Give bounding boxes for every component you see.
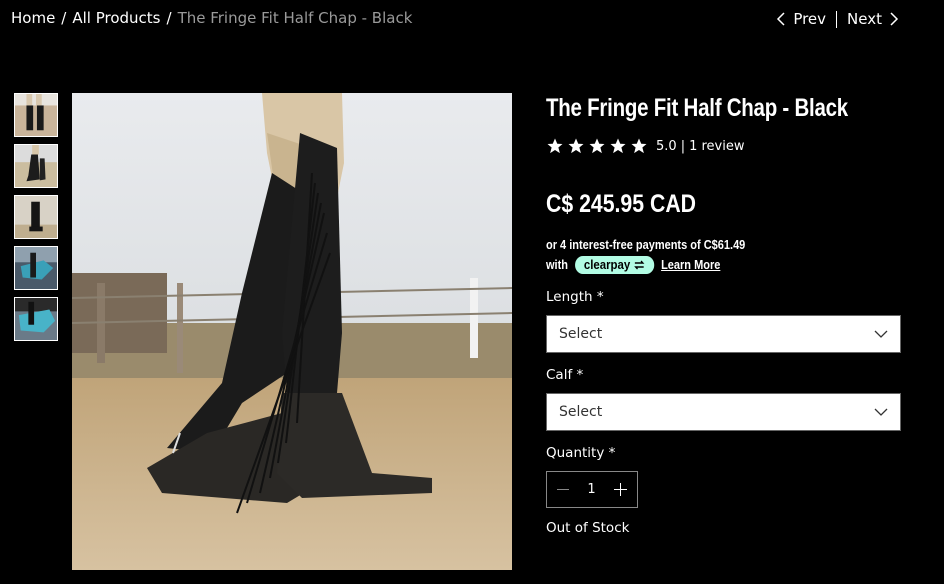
- calf-select[interactable]: Select: [546, 393, 901, 431]
- rating-separator: |: [680, 138, 686, 154]
- chevron-down-icon: [874, 330, 888, 338]
- calf-label: Calf *: [546, 367, 584, 383]
- length-select-value: Select: [559, 326, 603, 342]
- product-title: The Fringe Fit Half Chap - Black: [546, 94, 848, 122]
- prev-label: Prev: [793, 10, 827, 28]
- horse-thumbnail-image: [15, 247, 57, 289]
- boots-thumbnail-image: [15, 145, 57, 187]
- chevron-right-icon: [890, 12, 899, 26]
- horse-thumbnail-image: [15, 298, 57, 340]
- installments-with: with: [546, 258, 568, 272]
- breadcrumb: Home / All Products / The Fringe Fit Hal…: [11, 9, 412, 27]
- installments-text: or 4 interest-free payments of C$61.49: [546, 238, 746, 252]
- breadcrumb-all-products-link[interactable]: All Products: [72, 9, 160, 27]
- quantity-label: Quantity *: [546, 445, 616, 461]
- prev-button[interactable]: Prev: [775, 10, 826, 28]
- star-icon: [610, 138, 626, 154]
- star-icon: [589, 138, 605, 154]
- product-price: C$ 245.95 CAD: [546, 190, 697, 218]
- chevron-down-icon: [874, 408, 888, 416]
- clearpay-arrows-icon: [633, 260, 645, 270]
- clearpay-logo-text: clearpay: [583, 257, 631, 272]
- clearpay-installments: or 4 interest-free payments of C$61.49 w…: [546, 235, 858, 275]
- half-chap-photo: [72, 93, 512, 570]
- star-icon: [631, 138, 647, 154]
- thumbnail-2[interactable]: [14, 144, 58, 188]
- calf-select-value: Select: [559, 404, 603, 420]
- thumbnail-list: [14, 93, 58, 341]
- breadcrumb-separator: /: [61, 9, 67, 27]
- product-pager: Prev Next: [775, 10, 900, 28]
- quantity-value[interactable]: 1: [587, 482, 595, 497]
- length-select[interactable]: Select: [546, 315, 901, 353]
- main-product-image[interactable]: [72, 93, 512, 570]
- star-icon: [568, 138, 584, 154]
- length-label: Length *: [546, 289, 604, 305]
- breadcrumb-separator: /: [166, 9, 172, 27]
- decrement-button[interactable]: [557, 489, 569, 490]
- breadcrumb-current: The Fringe Fit Half Chap - Black: [177, 9, 413, 27]
- boots-thumbnail-image: [15, 94, 57, 136]
- thumbnail-1[interactable]: [14, 93, 58, 137]
- thumbnail-3[interactable]: [14, 195, 58, 239]
- rating-stars: [546, 137, 648, 155]
- boots-thumbnail-image: [15, 196, 57, 238]
- learn-more-link[interactable]: Learn More: [661, 255, 720, 275]
- pager-divider: [836, 10, 838, 28]
- next-button[interactable]: Next: [847, 10, 900, 28]
- chevron-left-icon: [777, 12, 785, 26]
- breadcrumb-home-link[interactable]: Home: [11, 9, 55, 27]
- quantity-stepper: 1: [546, 471, 638, 508]
- thumbnail-5[interactable]: [14, 297, 58, 341]
- review-count-link[interactable]: 1 review: [689, 139, 744, 154]
- rating-value: 5.0: [656, 138, 677, 154]
- clearpay-badge: clearpay: [575, 256, 655, 274]
- stock-status: Out of Stock: [546, 520, 630, 536]
- increment-button[interactable]: [614, 483, 627, 496]
- product-info-panel: The Fringe Fit Half Chap - Black 5.0 | 1…: [546, 92, 901, 536]
- thumbnail-4[interactable]: [14, 246, 58, 290]
- star-icon: [547, 138, 563, 154]
- next-label: Next: [847, 10, 882, 28]
- product-rating[interactable]: 5.0 | 1 review: [546, 136, 901, 156]
